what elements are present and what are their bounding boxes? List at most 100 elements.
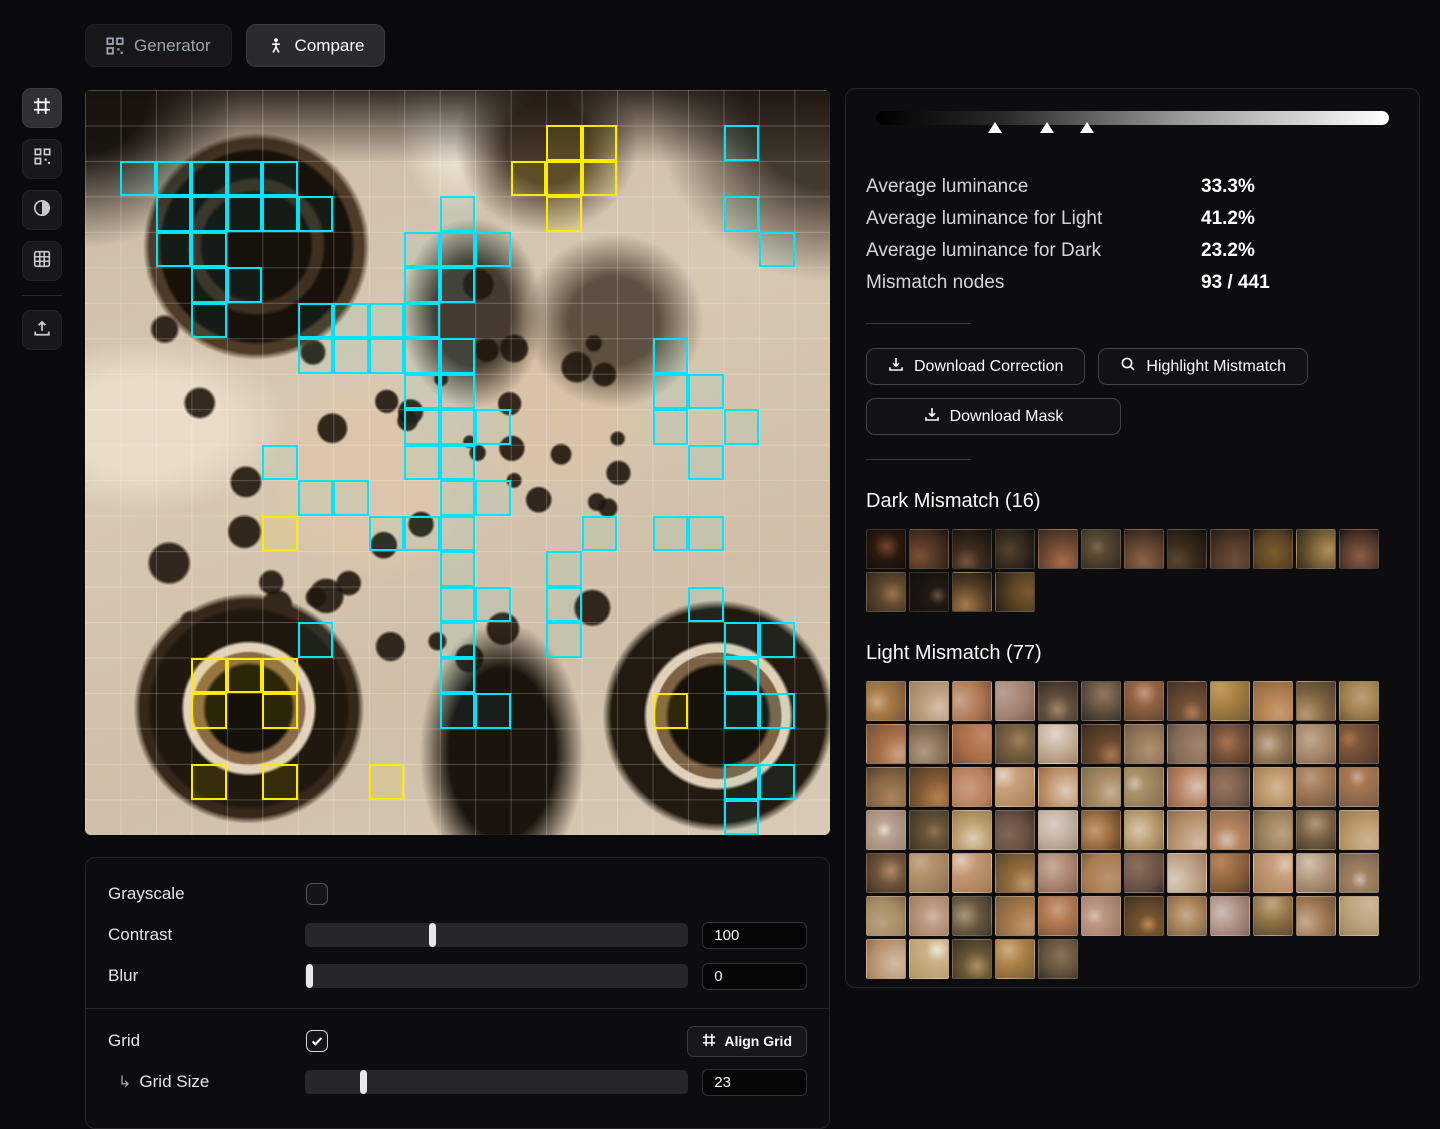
luminance-gradient-bar[interactable] bbox=[876, 111, 1389, 141]
dark-mismatch-cell[interactable] bbox=[262, 764, 297, 799]
light-mismatch-cell[interactable] bbox=[688, 445, 723, 480]
dark-mismatch-thumb[interactable] bbox=[952, 529, 992, 569]
light-mismatch-cell[interactable] bbox=[191, 303, 226, 338]
light-mismatch-thumb[interactable] bbox=[1210, 853, 1250, 893]
dark-mismatch-thumb[interactable] bbox=[995, 529, 1035, 569]
light-mismatch-thumb[interactable] bbox=[866, 724, 906, 764]
light-mismatch-cell[interactable] bbox=[688, 587, 723, 622]
light-mismatch-cell[interactable] bbox=[724, 764, 759, 799]
light-mismatch-thumb[interactable] bbox=[1296, 724, 1336, 764]
light-mismatch-thumb[interactable] bbox=[995, 810, 1035, 850]
light-mismatch-thumb[interactable] bbox=[909, 939, 949, 979]
light-mismatch-thumb[interactable] bbox=[1081, 896, 1121, 936]
contrast-value-input[interactable]: 100 bbox=[702, 922, 807, 949]
luminance-marker[interactable] bbox=[1040, 122, 1054, 133]
light-mismatch-thumb[interactable] bbox=[952, 724, 992, 764]
light-mismatch-thumb[interactable] bbox=[1253, 767, 1293, 807]
light-mismatch-thumb[interactable] bbox=[995, 681, 1035, 721]
light-mismatch-cell[interactable] bbox=[262, 196, 297, 231]
light-mismatch-thumb[interactable] bbox=[1038, 810, 1078, 850]
light-mismatch-cell[interactable] bbox=[369, 303, 404, 338]
light-mismatch-cell[interactable] bbox=[653, 516, 688, 551]
light-mismatch-thumb[interactable] bbox=[1210, 767, 1250, 807]
dark-mismatch-cell[interactable] bbox=[191, 658, 226, 693]
dark-mismatch-thumb[interactable] bbox=[995, 572, 1035, 612]
light-mismatch-thumb[interactable] bbox=[1253, 724, 1293, 764]
light-mismatch-cell[interactable] bbox=[298, 196, 333, 231]
light-mismatch-cell[interactable] bbox=[191, 232, 226, 267]
light-mismatch-thumb[interactable] bbox=[866, 853, 906, 893]
light-mismatch-thumb[interactable] bbox=[866, 767, 906, 807]
luminance-marker[interactable] bbox=[988, 122, 1002, 133]
light-mismatch-thumb[interactable] bbox=[995, 853, 1035, 893]
light-mismatch-thumb[interactable] bbox=[952, 896, 992, 936]
light-mismatch-thumb[interactable] bbox=[1253, 810, 1293, 850]
light-mismatch-cell[interactable] bbox=[582, 516, 617, 551]
light-mismatch-cell[interactable] bbox=[156, 161, 191, 196]
light-mismatch-cell[interactable] bbox=[475, 693, 510, 728]
dark-mismatch-cell[interactable] bbox=[546, 196, 581, 231]
light-mismatch-thumb[interactable] bbox=[952, 767, 992, 807]
light-mismatch-thumb[interactable] bbox=[995, 724, 1035, 764]
light-mismatch-cell[interactable] bbox=[440, 338, 475, 373]
light-mismatch-thumb[interactable] bbox=[1081, 853, 1121, 893]
dark-mismatch-cell[interactable] bbox=[262, 693, 297, 728]
dark-mismatch-cell[interactable] bbox=[546, 161, 581, 196]
light-mismatch-thumb[interactable] bbox=[1124, 681, 1164, 721]
light-mismatch-cell[interactable] bbox=[440, 374, 475, 409]
light-mismatch-thumb[interactable] bbox=[1038, 681, 1078, 721]
light-mismatch-thumb[interactable] bbox=[909, 853, 949, 893]
light-mismatch-thumb[interactable] bbox=[1167, 853, 1207, 893]
dark-mismatch-thumb[interactable] bbox=[952, 572, 992, 612]
light-mismatch-thumb[interactable] bbox=[1296, 896, 1336, 936]
light-mismatch-cell[interactable] bbox=[440, 409, 475, 444]
light-mismatch-thumb[interactable] bbox=[1339, 896, 1379, 936]
light-mismatch-thumb[interactable] bbox=[1167, 767, 1207, 807]
light-mismatch-cell[interactable] bbox=[298, 622, 333, 657]
light-mismatch-thumb[interactable] bbox=[1081, 810, 1121, 850]
light-mismatch-cell[interactable] bbox=[475, 480, 510, 515]
upload-tool-button[interactable] bbox=[22, 310, 62, 350]
light-mismatch-thumb[interactable] bbox=[1296, 681, 1336, 721]
light-mismatch-cell[interactable] bbox=[759, 693, 794, 728]
light-mismatch-cell[interactable] bbox=[475, 587, 510, 622]
light-mismatch-thumb[interactable] bbox=[909, 681, 949, 721]
light-mismatch-thumb[interactable] bbox=[952, 810, 992, 850]
light-mismatch-thumb[interactable] bbox=[909, 767, 949, 807]
light-mismatch-cell[interactable] bbox=[546, 587, 581, 622]
light-mismatch-thumb[interactable] bbox=[1210, 681, 1250, 721]
dark-mismatch-cell[interactable] bbox=[262, 516, 297, 551]
dark-mismatch-thumb[interactable] bbox=[866, 572, 906, 612]
dark-mismatch-thumb[interactable] bbox=[909, 572, 949, 612]
light-mismatch-thumb[interactable] bbox=[866, 939, 906, 979]
light-mismatch-cell[interactable] bbox=[262, 161, 297, 196]
contrast-slider-thumb[interactable] bbox=[429, 923, 436, 947]
light-mismatch-cell[interactable] bbox=[262, 445, 297, 480]
light-mismatch-cell[interactable] bbox=[404, 374, 439, 409]
contrast-slider[interactable] bbox=[305, 923, 688, 947]
light-mismatch-thumb[interactable] bbox=[1210, 724, 1250, 764]
dark-mismatch-thumb[interactable] bbox=[1339, 529, 1379, 569]
dark-mismatch-cell[interactable] bbox=[227, 658, 262, 693]
light-mismatch-cell[interactable] bbox=[475, 409, 510, 444]
dark-mismatch-cell[interactable] bbox=[653, 693, 688, 728]
light-mismatch-thumb[interactable] bbox=[1038, 724, 1078, 764]
light-mismatch-cell[interactable] bbox=[227, 196, 262, 231]
light-mismatch-thumb[interactable] bbox=[952, 853, 992, 893]
light-mismatch-cell[interactable] bbox=[724, 409, 759, 444]
light-mismatch-thumb[interactable] bbox=[1296, 853, 1336, 893]
dark-mismatch-cell[interactable] bbox=[582, 125, 617, 160]
download-mask-button[interactable]: Download Mask bbox=[866, 398, 1121, 435]
light-mismatch-thumb[interactable] bbox=[1038, 853, 1078, 893]
generator-tab-button[interactable]: Generator bbox=[85, 24, 232, 67]
light-mismatch-cell[interactable] bbox=[120, 161, 155, 196]
light-mismatch-cell[interactable] bbox=[440, 658, 475, 693]
light-mismatch-thumb[interactable] bbox=[866, 810, 906, 850]
grayscale-checkbox[interactable] bbox=[306, 883, 328, 905]
light-mismatch-cell[interactable] bbox=[759, 622, 794, 657]
light-mismatch-thumb[interactable] bbox=[1081, 724, 1121, 764]
light-mismatch-thumb[interactable] bbox=[1124, 724, 1164, 764]
light-mismatch-thumb[interactable] bbox=[1124, 896, 1164, 936]
light-mismatch-thumb[interactable] bbox=[866, 896, 906, 936]
light-mismatch-cell[interactable] bbox=[440, 622, 475, 657]
